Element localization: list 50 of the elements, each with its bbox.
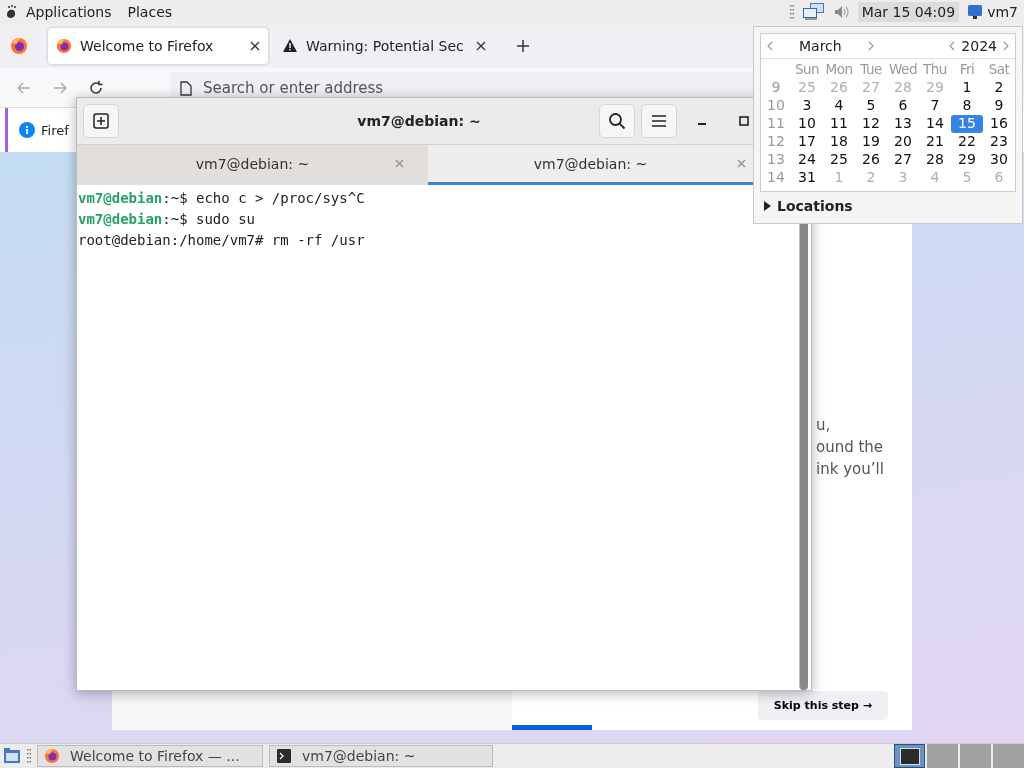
locations-expander[interactable]: Locations [760,198,1016,214]
calendar-day[interactable]: 25 [823,151,855,169]
terminal-line: vm7@debian:~$ sudo su [78,210,256,229]
calendar-day[interactable]: 28 [919,151,951,169]
calendar-day[interactable]: 10 [791,115,823,133]
browser-tab[interactable]: Welcome to Firefox [48,28,268,64]
calendar-day[interactable]: 18 [823,133,855,151]
calendar-day[interactable]: 17 [791,133,823,151]
browser-tab[interactable]: Warning: Potential Sec [274,28,494,64]
page-text: ink you’ll [816,459,885,480]
calendar-day[interactable]: 2 [983,79,1015,97]
skip-button[interactable]: Skip this step → [757,691,888,720]
calendar-day[interactable]: 13 [887,115,919,133]
calendar-day[interactable]: 21 [919,133,951,151]
page-text: u, [816,415,832,436]
window-title: vm7@debian: ~ [356,113,482,129]
task-button[interactable]: vm7@debian: ~ [269,745,493,767]
user-menu[interactable]: vm7 [987,4,1018,20]
calendar-day[interactable]: 29 [951,151,983,169]
week-number: 14 [766,169,786,187]
clock[interactable]: Mar 15 04:09 [857,2,960,22]
panel-menu[interactable]: Applications [26,4,112,20]
calendar-day[interactable]: 24 [791,151,823,169]
week-number: 9 [770,79,782,97]
terminal-tab[interactable]: vm7@debian: ~ [77,145,428,185]
month-label: March [799,38,842,54]
week-number: 13 [766,151,786,169]
page-text: ound the [816,437,885,458]
task-button[interactable]: Welcome to Firefox — ... [37,745,263,767]
year-label: 2024 [961,38,997,54]
calendar-day[interactable]: 27 [887,151,919,169]
calendar-day[interactable]: 1 [951,79,983,97]
panel-menu[interactable]: Places [127,4,173,20]
calendar-day[interactable]: 11 [823,115,855,133]
calendar-day[interactable]: 19 [855,133,887,151]
calendar-day[interactable]: 20 [887,133,919,151]
terminal-tab[interactable]: vm7@debian: ~ [428,145,753,185]
calendar-day[interactable]: 14 [919,115,951,133]
calendar-day[interactable]: 15 [951,115,983,133]
notification-text: Firef [41,122,69,138]
calendar-day[interactable]: 22 [951,133,983,151]
calendar-day[interactable]: 23 [983,133,1015,151]
calendar-day[interactable]: 16 [983,115,1015,133]
terminal-line: root@debian:/home/vm7# rm -rf /usr [78,231,366,250]
calendar-day[interactable]: 12 [855,115,887,133]
week-number: 12 [766,133,786,151]
week-number: 11 [766,115,786,133]
calendar-day[interactable]: 30 [983,151,1015,169]
calendar-day[interactable]: 26 [855,151,887,169]
calendar-day[interactable]: 31 [791,169,823,187]
